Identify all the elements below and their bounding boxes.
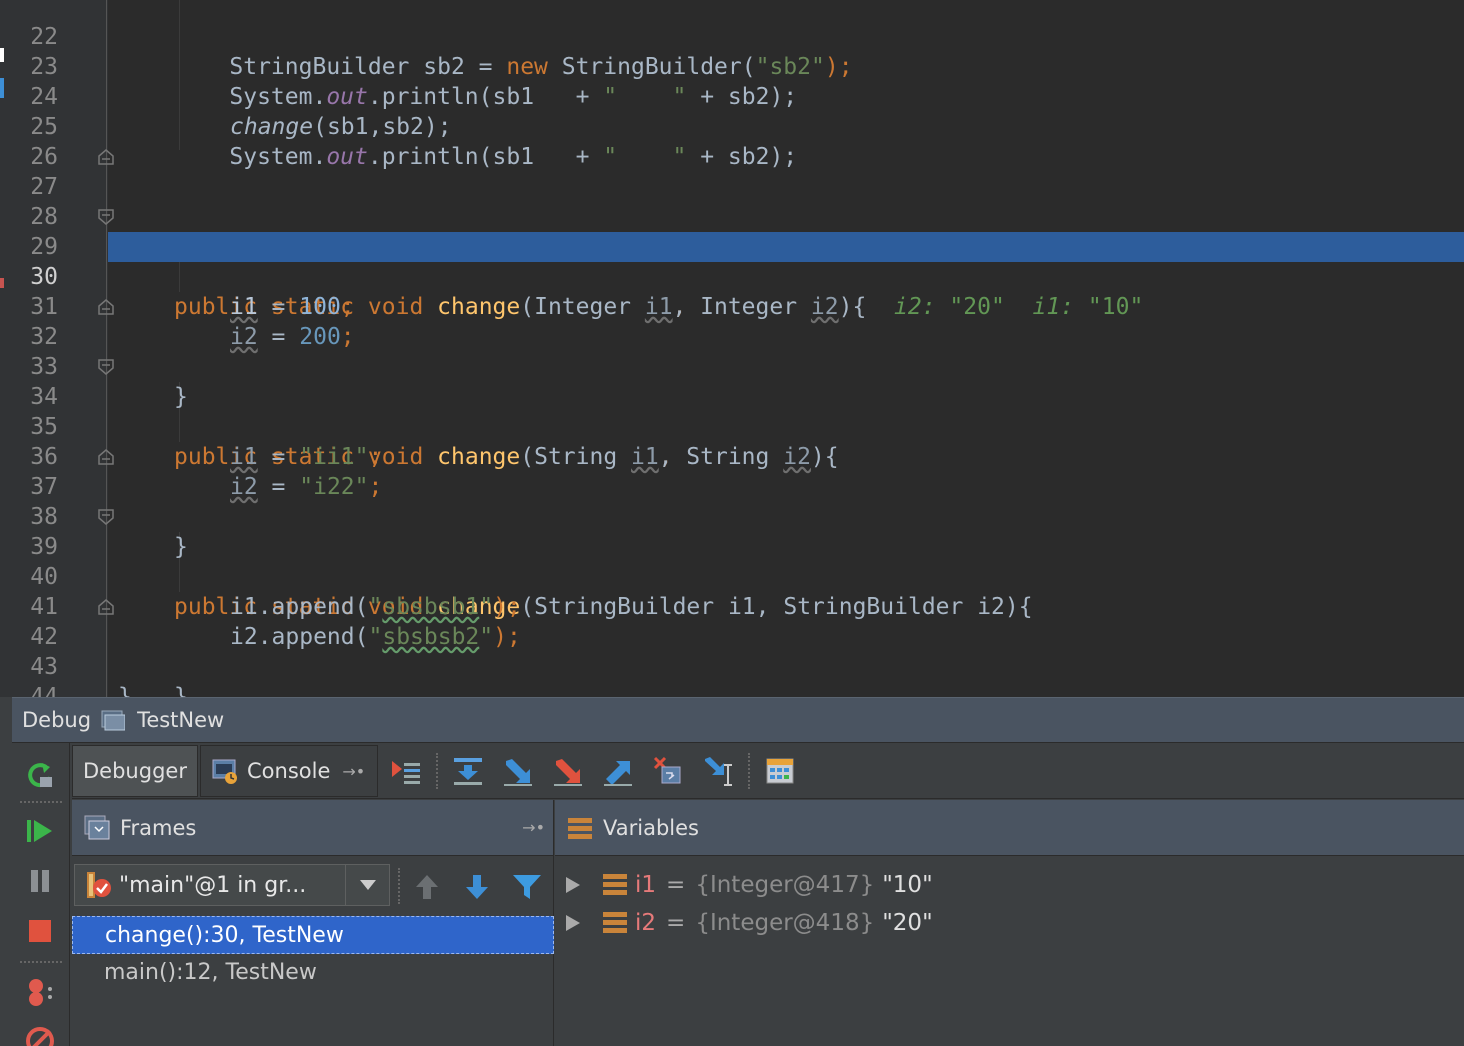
code-line[interactable]: 29 public static void change(Integer i1,… [0, 202, 1464, 320]
separator [398, 868, 400, 904]
frame-up-icon[interactable] [410, 870, 444, 904]
code-line[interactable]: 22 StringBuilder sb2 = new StringBuilder… [0, 0, 1464, 80]
code-line[interactable]: 37 } [0, 442, 1464, 560]
frame-item[interactable]: change():30, TestNew [72, 916, 554, 954]
thread-dropdown[interactable]: "main"@1 in gr... [74, 864, 390, 906]
step-over-icon[interactable] [448, 751, 488, 791]
mute-breakpoints-icon[interactable] [22, 1023, 58, 1046]
separator [748, 753, 750, 789]
expand-icon[interactable] [565, 914, 581, 932]
variable-value: "20" [882, 910, 933, 936]
line-number: 44 [30, 684, 58, 697]
variable-type: {Integer@417} [695, 872, 875, 898]
variable-row[interactable]: i2 = {Integer@418} "20" [555, 904, 933, 942]
pause-icon[interactable] [22, 863, 58, 899]
fold-start-icon[interactable] [97, 508, 115, 526]
variables-title: Variables [603, 815, 699, 840]
frames-pane: Frames →• "main"@1 in gr... change():30,… [72, 800, 554, 1046]
variable-type: {Integer@418} [695, 910, 875, 936]
debug-title: Debug [22, 708, 92, 732]
expand-icon[interactable] [565, 876, 581, 894]
variable-name: i1 [635, 872, 657, 898]
code-line[interactable]: 25 System.out.println(sb1 + " " + sb2); [0, 82, 1464, 170]
field-icon [603, 912, 627, 933]
debug-header[interactable]: Debug TestNew [12, 697, 1464, 743]
code-line[interactable]: 35 i1 = "ii1"; [0, 382, 1464, 470]
code-line[interactable]: 43 } [0, 622, 1464, 697]
tab-debugger-label: Debugger [83, 759, 187, 783]
fold-start-icon[interactable] [97, 208, 115, 226]
separator [436, 753, 438, 789]
resume-icon[interactable] [22, 813, 58, 849]
run-config-icon [101, 710, 126, 731]
frame-item[interactable]: main():12, TestNew [72, 954, 554, 992]
code-line[interactable]: 41 i2.append("sbsbsb2"); [0, 562, 1464, 650]
field-icon [603, 874, 627, 895]
show-execution-point-icon[interactable] [386, 751, 426, 791]
code-line[interactable]: 28 [0, 172, 1464, 230]
run-to-cursor-icon[interactable] [698, 751, 738, 791]
fold-start-icon[interactable] [97, 358, 115, 376]
fold-end-icon[interactable] [97, 298, 115, 316]
variable-row[interactable]: i1 = {Integer@417} "10" [555, 866, 933, 904]
fold-end-icon[interactable] [97, 448, 115, 466]
code-line[interactable]: 32 } [0, 292, 1464, 410]
pin-icon[interactable]: →• [342, 762, 365, 781]
code-line[interactable]: 33 [0, 322, 1464, 380]
variable-value: "10" [882, 872, 933, 898]
frames-list: change():30, TestNew main():12, TestNew [72, 916, 554, 992]
stop-icon[interactable] [22, 913, 58, 949]
debug-side-toolbar [12, 743, 70, 1046]
code-editor[interactable]: 22 StringBuilder sb2 = new StringBuilder… [0, 0, 1464, 697]
run-config-name[interactable]: TestNew [137, 708, 224, 732]
tab-console[interactable]: Console →• [200, 745, 378, 797]
variable-name: i2 [635, 910, 657, 936]
evaluate-icon[interactable] [760, 751, 800, 791]
drop-frame-icon[interactable] [648, 751, 688, 791]
code-line[interactable]: 34 public static void change(String i1,,… [0, 352, 1464, 470]
execution-point-line[interactable]: 30 i1 = 100; [30, 232, 1464, 320]
pin-icon[interactable]: →• [522, 818, 545, 837]
code-line[interactable]: 42 } [0, 592, 1464, 697]
variables-pane: Variables i1 = {Integer@417} "10" i2 = {… [555, 800, 1464, 1046]
debugger-toolbar: Debugger Console →• [72, 743, 1464, 799]
code-line[interactable]: 39 public static void change(StringBuild… [0, 502, 1464, 620]
line-number: 29 [30, 234, 58, 260]
variables-icon [568, 817, 592, 839]
code-line[interactable]: 23 System.out.println(sb1 + " " + sb2); [0, 22, 1464, 110]
frame-down-icon[interactable] [460, 870, 494, 904]
frames-title: Frames [120, 815, 197, 840]
variables-header: Variables [555, 800, 1464, 856]
thread-label: "main"@1 in gr... [119, 872, 307, 898]
step-into-icon[interactable] [498, 751, 538, 791]
code-line[interactable]: 31 i2 = 200; [0, 262, 1464, 350]
code-line[interactable]: 36 i2 = "i22"; [0, 412, 1464, 500]
frames-icon [84, 815, 110, 839]
tab-debugger[interactable]: Debugger [72, 745, 198, 797]
tab-console-label: Console [247, 759, 331, 783]
code-line[interactable]: 44 [0, 652, 1464, 697]
filter-icon[interactable] [510, 870, 544, 904]
code-line[interactable]: 24 change(sb1,sb2); [0, 52, 1464, 140]
code-line[interactable]: 38 [0, 472, 1464, 530]
thread-icon [87, 872, 111, 898]
console-icon [212, 759, 237, 784]
fold-end-icon[interactable] [97, 598, 115, 616]
code-line[interactable]: 40 i1.append("sbsbsb1"); [0, 532, 1464, 620]
force-step-into-icon[interactable] [548, 751, 588, 791]
fold-end-icon[interactable] [97, 148, 115, 166]
step-out-icon[interactable] [598, 751, 638, 791]
debug-tool-window: Debug TestNew Debugger Console →• Frames… [0, 697, 1464, 1046]
separator [20, 961, 62, 963]
frames-header: Frames →• [72, 800, 553, 856]
code-line[interactable]: 26 [0, 112, 1464, 170]
rerun-icon[interactable] [22, 757, 58, 793]
chevron-down-icon[interactable] [345, 865, 389, 905]
breakpoints-icon[interactable] [22, 975, 58, 1011]
code-line[interactable]: 27 } [0, 142, 1464, 260]
separator [20, 801, 62, 803]
